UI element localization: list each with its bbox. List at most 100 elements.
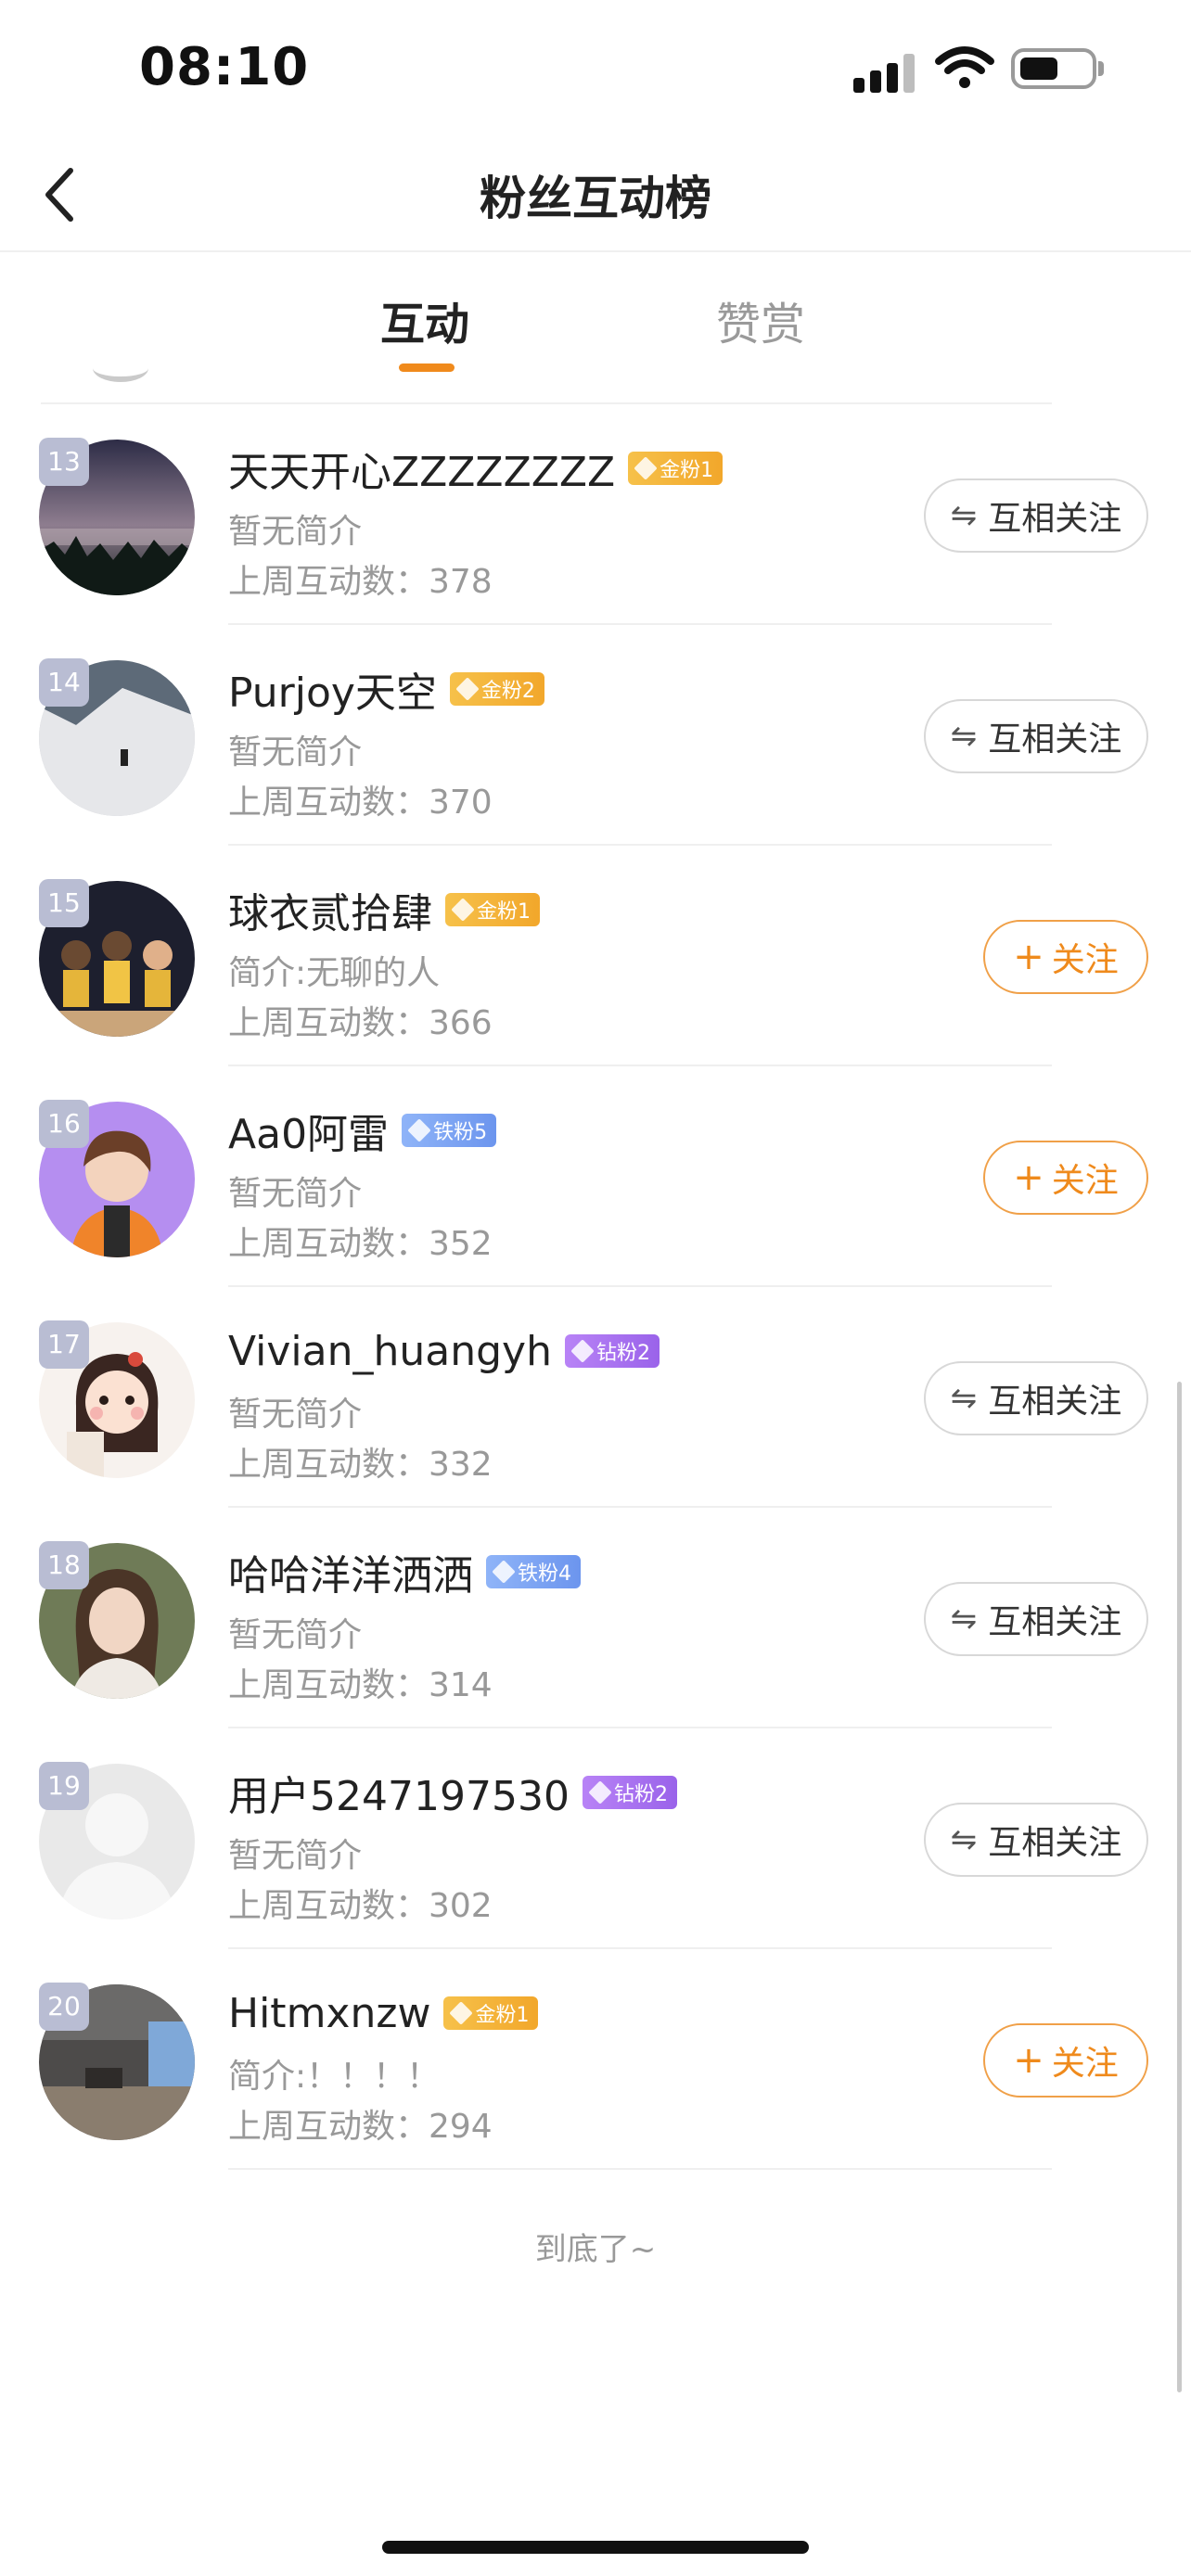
badge-label: 钻粉2	[613, 1783, 668, 1806]
interaction-count: 上周互动数：332	[228, 1446, 493, 1484]
interaction-count: 上周互动数：352	[228, 1225, 493, 1263]
fan-name[interactable]: 用户5247197530	[228, 1763, 570, 1822]
fan-info: Purjoy天空 金粉2 暂无简介 上周互动数：370	[228, 659, 933, 822]
status-time: 08:10	[139, 37, 310, 97]
rank-badge: 18	[39, 1541, 89, 1589]
list-item[interactable]: 18 哈哈洋洋洒洒 铁粉4 暂无简介 上周互动数：314 ⇋ 互相关注	[0, 1508, 1191, 1728]
button-label: 互相关注	[988, 1383, 1122, 1421]
tab-bar: 互动 赞赏	[0, 252, 1191, 391]
list-item[interactable]: 14 Purjoy天空 金粉2 暂无简介 上周互动数：370 ⇋ 互相关注	[0, 625, 1191, 846]
fan-level-badge: 金粉1	[628, 452, 724, 485]
divider	[228, 2168, 1052, 2170]
badge-label: 铁粉4	[518, 1562, 571, 1586]
fan-info: Vivian_huangyh 钻粉2 暂无简介 上周互动数：332	[228, 1322, 933, 1484]
list-item[interactable]: 16 Aa0阿雷 铁粉5 暂无简介 上周互动数：352 + 关注	[0, 1066, 1191, 1287]
badge-label: 金粉2	[480, 680, 535, 703]
scrollbar[interactable]	[1177, 1382, 1182, 2392]
follow-button[interactable]: + 关注	[983, 2023, 1148, 2098]
nav-bar: 粉丝互动榜	[0, 139, 1191, 252]
mutual-follow-button[interactable]: ⇋ 互相关注	[924, 699, 1148, 773]
fan-info: 球衣贰拾肆 金粉1 简介:无聊的人 上周互动数：366	[228, 880, 933, 1042]
fan-info: Aa0阿雷 铁粉5 暂无简介 上周互动数：352	[228, 1101, 933, 1263]
fan-intro: 暂无简介	[228, 1616, 363, 1654]
fan-name[interactable]: Hitmxnzw	[228, 1990, 430, 2037]
fan-level-badge: 金粉1	[445, 893, 540, 926]
swap-arrows-icon: ⇋	[950, 1380, 978, 1417]
fan-info: Hitmxnzw 金粉1 简介:！！！！ 上周互动数：294	[228, 1984, 933, 2146]
swap-arrows-icon: ⇋	[950, 718, 978, 755]
gem-icon	[407, 1118, 431, 1142]
plus-icon: +	[1013, 936, 1044, 978]
button-label: 互相关注	[988, 500, 1122, 538]
fan-name[interactable]: Vivian_huangyh	[228, 1328, 552, 1375]
partial-avatar	[93, 354, 148, 382]
interaction-count: 上周互动数：294	[228, 2108, 493, 2146]
fan-name[interactable]: 哈哈洋洋洒洒	[228, 1542, 473, 1601]
fan-name[interactable]: 天天开心ZZZZZZZZ	[228, 439, 615, 498]
battery-icon	[1011, 48, 1096, 89]
interaction-count: 上周互动数：378	[228, 563, 493, 601]
list-item[interactable]: 17 Vivian_huangyh 钻粉2 暂无简介 上周互动数：332 ⇋ 互相…	[0, 1287, 1191, 1508]
rank-badge: 17	[39, 1320, 89, 1369]
button-label: 互相关注	[988, 721, 1122, 759]
rank-badge: 20	[39, 1983, 89, 2031]
wifi-icon	[935, 46, 994, 88]
list-item[interactable]: 20 Hitmxnzw 金粉1 简介:！！！！ 上周互动数：294 + 关注	[0, 1949, 1191, 2170]
battery-tip	[1098, 61, 1104, 76]
plus-icon: +	[1013, 2039, 1044, 2082]
fan-intro: 暂无简介	[228, 733, 363, 772]
gem-icon	[634, 456, 658, 480]
gem-icon	[588, 1780, 612, 1804]
tab-appreciation[interactable]: 赞赏	[716, 287, 805, 352]
page: 08:10 粉丝互动榜 互动 赞赏 13 天天开心ZZZZZZZZ 金粉1 暂无…	[0, 0, 1191, 2576]
fan-name[interactable]: Aa0阿雷	[228, 1101, 389, 1160]
list-item[interactable]: 15 球衣贰拾肆 金粉1 简介:无聊的人 上周互动数：366 + 关注	[0, 846, 1191, 1066]
fan-intro: 暂无简介	[228, 1837, 363, 1875]
fan-intro: 暂无简介	[228, 1175, 363, 1213]
fan-intro: 暂无简介	[228, 1396, 363, 1434]
list-item[interactable]: 19 用户5247197530 钻粉2 暂无简介 上周互动数：302 ⇋ 互相关注	[0, 1728, 1191, 1949]
swap-arrows-icon: ⇋	[950, 1821, 978, 1858]
button-label: 关注	[1051, 941, 1119, 979]
badge-label: 金粉1	[475, 2004, 530, 2027]
rank-badge: 19	[39, 1762, 89, 1810]
follow-button[interactable]: + 关注	[983, 920, 1148, 994]
list-item[interactable]: 13 天天开心ZZZZZZZZ 金粉1 暂无简介 上周互动数：378 ⇋ 互相关注	[0, 404, 1191, 625]
mutual-follow-button[interactable]: ⇋ 互相关注	[924, 1582, 1148, 1656]
active-tab-indicator	[399, 363, 455, 372]
fan-intro: 简介:无聊的人	[228, 954, 441, 992]
gem-icon	[492, 1560, 516, 1584]
tab-interaction[interactable]: 互动	[380, 287, 469, 352]
plus-icon: +	[1013, 1156, 1044, 1199]
rank-badge: 16	[39, 1100, 89, 1148]
fan-level-badge: 铁粉5	[402, 1114, 497, 1147]
fan-level-badge: 铁粉4	[486, 1555, 581, 1588]
mutual-follow-button[interactable]: ⇋ 互相关注	[924, 478, 1148, 553]
fan-info: 用户5247197530 钻粉2 暂无简介 上周互动数：302	[228, 1763, 933, 1925]
fan-name[interactable]: Purjoy天空	[228, 659, 437, 719]
gem-icon	[570, 1339, 595, 1363]
button-label: 互相关注	[988, 1824, 1122, 1862]
home-indicator[interactable]	[382, 2541, 809, 2554]
rank-badge: 15	[39, 879, 89, 927]
gem-icon	[451, 898, 475, 922]
mutual-follow-button[interactable]: ⇋ 互相关注	[924, 1803, 1148, 1877]
follow-button[interactable]: + 关注	[983, 1141, 1148, 1215]
badge-label: 钻粉2	[596, 1342, 650, 1365]
swap-arrows-icon: ⇋	[950, 497, 978, 534]
fan-name[interactable]: 球衣贰拾肆	[228, 880, 432, 939]
fan-list: 13 天天开心ZZZZZZZZ 金粉1 暂无简介 上周互动数：378 ⇋ 互相关注…	[0, 404, 1191, 2170]
fan-info: 哈哈洋洋洒洒 铁粉4 暂无简介 上周互动数：314	[228, 1542, 933, 1704]
fan-level-badge: 金粉1	[443, 1996, 539, 2030]
swap-arrows-icon: ⇋	[950, 1600, 978, 1638]
gem-icon	[455, 677, 480, 701]
status-bar: 08:10	[0, 0, 1191, 139]
mutual-follow-button[interactable]: ⇋ 互相关注	[924, 1361, 1148, 1435]
interaction-count: 上周互动数：314	[228, 1666, 493, 1704]
button-label: 关注	[1051, 2045, 1119, 2083]
interaction-count: 上周互动数：366	[228, 1004, 493, 1042]
interaction-count: 上周互动数：370	[228, 784, 493, 822]
fan-info: 天天开心ZZZZZZZZ 金粉1 暂无简介 上周互动数：378	[228, 439, 933, 601]
fan-level-badge: 金粉2	[449, 672, 544, 706]
button-label: 互相关注	[988, 1603, 1122, 1641]
